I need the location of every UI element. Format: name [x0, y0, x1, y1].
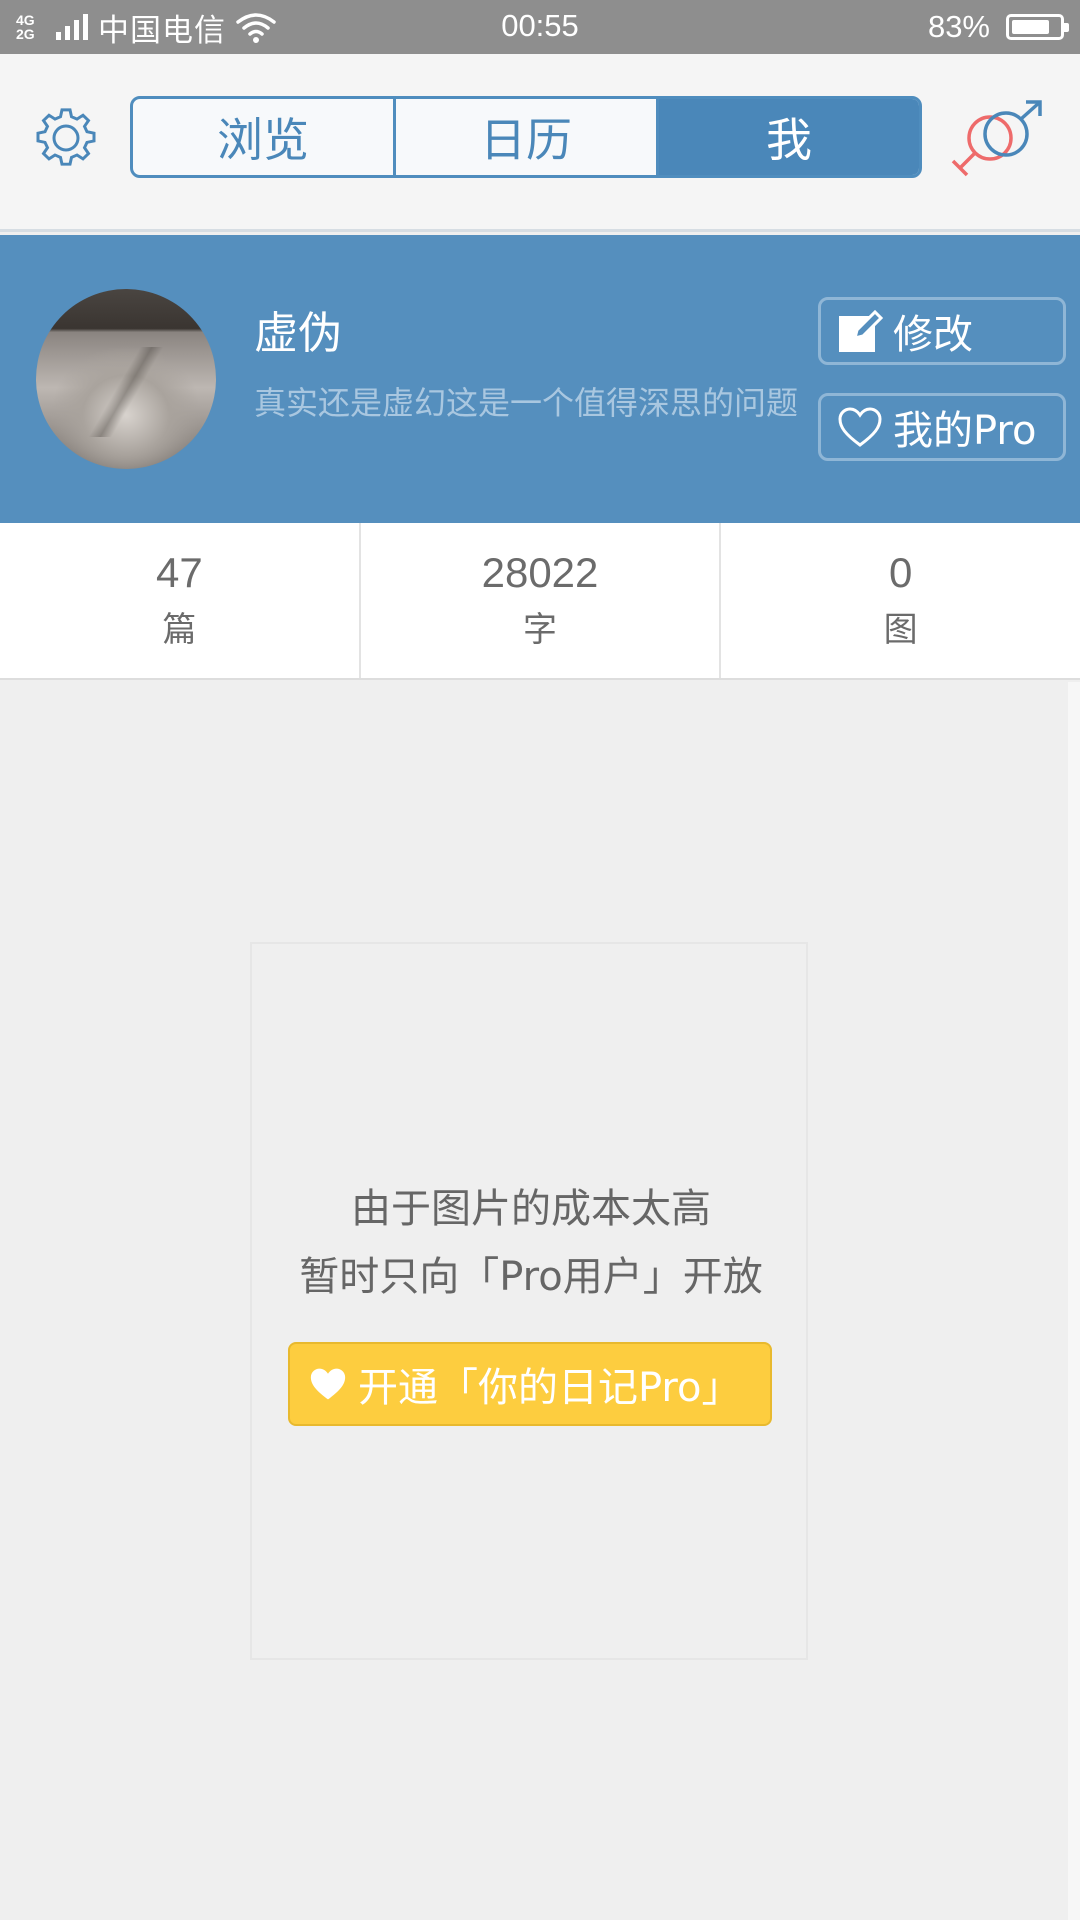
edit-icon [839, 309, 883, 352]
battery-icon [1006, 14, 1069, 40]
upgrade-pro-button[interactable]: 开通「你的日记Pro」 [288, 1342, 772, 1426]
tab-calendar[interactable]: 日历 [396, 99, 659, 175]
my-pro-button[interactable]: 我的Pro [818, 393, 1066, 461]
status-time: 00:55 [501, 8, 579, 43]
locked-message-line1: 由于图片的成本太高 [351, 1186, 711, 1232]
stat-unit: 字 [523, 609, 557, 650]
avatar[interactable] [36, 289, 216, 469]
tab-me[interactable]: 我 [659, 99, 919, 175]
gear-icon[interactable] [36, 108, 96, 168]
stat-unit: 篇 [162, 609, 197, 650]
edit-label: 修改 [893, 312, 973, 358]
tab-browse[interactable]: 浏览 [133, 99, 396, 175]
stat-unit: 图 [883, 609, 918, 650]
status-bar: 4G 2G 中国电信 00:55 83% [0, 0, 1080, 54]
battery-nub [1064, 23, 1069, 32]
heart-icon [310, 1368, 346, 1400]
scroll-rail [1068, 682, 1080, 1920]
stat-entries[interactable]: 47 篇 [0, 523, 361, 678]
edit-profile-button[interactable]: 修改 [818, 297, 1066, 365]
pro-locked-card: 由于图片的成本太高 暂时只向「Pro用户」开放 开通「你的日记Pro」 [250, 942, 808, 1660]
battery-percent: 83% [927, 9, 990, 44]
my-pro-label: 我的Pro [893, 408, 1037, 454]
upgrade-pro-label: 开通「你的日记Pro」 [358, 1365, 742, 1411]
locked-message-line2: 暂时只向「Pro用户」开放 [299, 1254, 763, 1300]
stat-images[interactable]: 0 图 [721, 523, 1080, 678]
main-tabs: 浏览 日历 我 [130, 96, 922, 178]
stat-words[interactable]: 28022 字 [361, 523, 722, 678]
top-header: 浏览 日历 我 [0, 54, 1080, 232]
stat-value: 28022 [481, 548, 599, 596]
profile-banner: 虚伪 真实还是虚幻这是一个值得深思的问题 修改 我的Pro [0, 235, 1080, 523]
battery-fill [1012, 20, 1050, 34]
profile-name: 虚伪 [254, 308, 342, 359]
stats-bar: 47 篇 28022 字 0 图 [0, 523, 1080, 680]
stat-value: 0 [889, 548, 913, 596]
status-right: 83% [927, 8, 1069, 46]
stat-value: 47 [155, 548, 203, 596]
profile-bio: 真实还是虚幻这是一个值得深思的问题 [254, 384, 799, 422]
heart-outline-icon [838, 407, 882, 447]
gender-symbol-icon[interactable] [948, 100, 1048, 180]
